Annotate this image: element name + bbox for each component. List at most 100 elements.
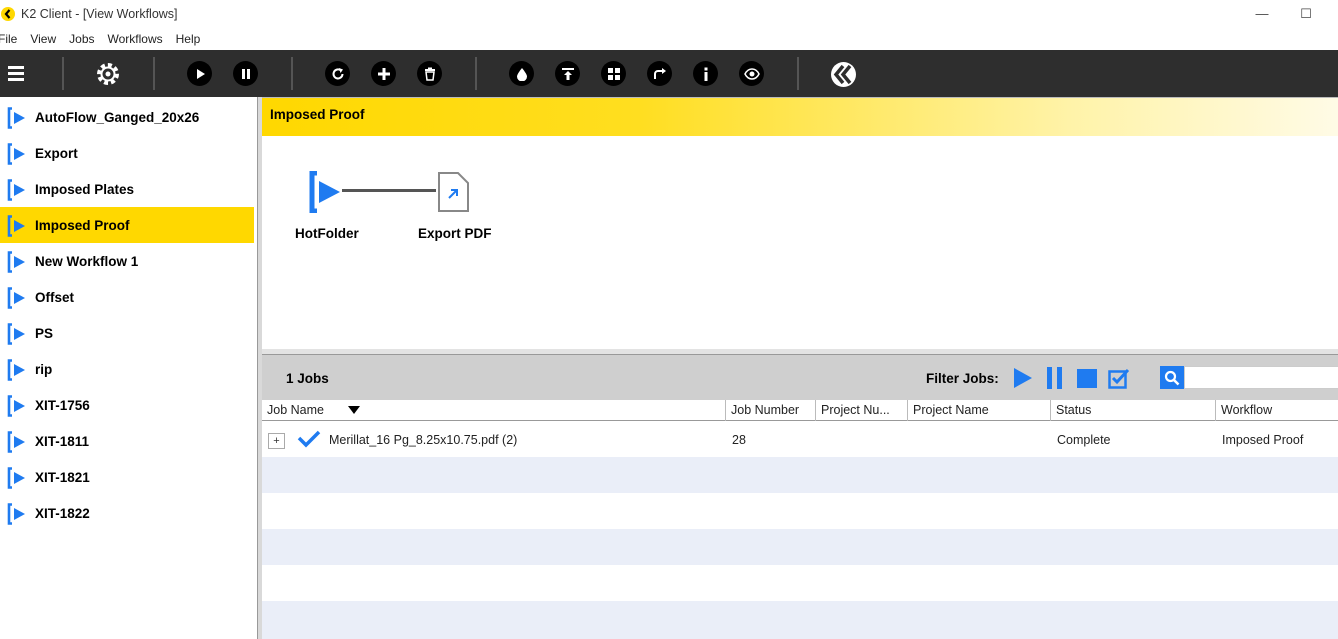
filter-paused-icon[interactable] <box>1046 367 1064 392</box>
column-project-number[interactable]: Project Nu... <box>816 400 908 421</box>
jobs-table-header: Job Name Job Number Project Nu... Projec… <box>262 400 1338 421</box>
sidebar-item-label: XIT-1811 <box>35 434 90 449</box>
empty-row <box>262 601 1338 639</box>
workflow-header: Imposed Proof <box>262 98 1338 136</box>
column-label: Job Name <box>267 403 324 417</box>
job-name: Merillat_16 Pg_8.25x10.75.pdf (2) <box>329 433 518 447</box>
k2-logo-icon <box>830 61 857 91</box>
search-input[interactable] <box>1184 366 1338 389</box>
filter-complete-icon[interactable] <box>1108 367 1130 392</box>
toolbar-separator <box>291 57 293 90</box>
filter-running-icon[interactable] <box>1013 367 1033 392</box>
sidebar-item-label: XIT-1821 <box>35 470 90 485</box>
job-workflow: Imposed Proof <box>1222 433 1304 447</box>
job-number: 28 <box>732 433 746 447</box>
hotfolder-icon <box>7 143 25 165</box>
sidebar-item-label: New Workflow 1 <box>35 254 139 269</box>
node-label-export-pdf: Export PDF <box>418 226 492 241</box>
export-pdf-icon[interactable] <box>436 171 470 216</box>
settings-icon[interactable] <box>95 61 121 90</box>
info-icon[interactable] <box>693 61 718 86</box>
table-row[interactable]: + Merillat_16 Pg_8.25x10.75.pdf (2) 28 C… <box>262 421 1338 457</box>
ink-icon[interactable] <box>509 61 534 86</box>
sidebar-item-workflow[interactable]: Imposed Proof <box>0 207 254 243</box>
sidebar-item-workflow[interactable]: Imposed Plates <box>0 171 254 207</box>
filter-stopped-icon[interactable] <box>1077 369 1097 392</box>
workflow-connector <box>342 189 436 192</box>
menu-icon[interactable] <box>8 64 24 85</box>
sidebar-item-label: XIT-1756 <box>35 398 90 413</box>
hotfolder-icon[interactable] <box>308 170 344 216</box>
jobs-count: 1 Jobs <box>286 371 329 386</box>
hotfolder-icon <box>7 503 25 525</box>
sidebar-item-workflow[interactable]: AutoFlow_Ganged_20x26 <box>0 99 254 135</box>
filter-jobs-label: Filter Jobs: <box>926 371 999 386</box>
menu-jobs[interactable]: Jobs <box>69 29 94 50</box>
upload-icon[interactable] <box>555 61 580 86</box>
job-status: Complete <box>1057 433 1111 447</box>
hotfolder-icon <box>7 179 25 201</box>
empty-row <box>262 529 1338 565</box>
sidebar-item-workflow[interactable]: XIT-1811 <box>0 423 254 459</box>
workflow-canvas: Imposed Proof HotFolder Export PDF <box>262 97 1338 349</box>
sidebar-item-label: XIT-1822 <box>35 506 90 521</box>
hotfolder-icon <box>7 467 25 489</box>
layout-icon[interactable] <box>601 61 626 86</box>
column-job-number[interactable]: Job Number <box>726 400 816 421</box>
node-label-hotfolder: HotFolder <box>295 226 359 241</box>
jobs-toolbar: 1 Jobs Filter Jobs: <box>262 355 1338 400</box>
empty-row <box>262 493 1338 529</box>
menu-file[interactable]: File <box>0 29 17 50</box>
sidebar-item-workflow[interactable]: rip <box>0 351 254 387</box>
expand-button[interactable]: + <box>268 433 285 449</box>
toolbar-separator <box>475 57 477 90</box>
search-button[interactable] <box>1160 366 1184 389</box>
column-status[interactable]: Status <box>1051 400 1216 421</box>
sidebar-item-label: Imposed Proof <box>35 218 130 233</box>
sidebar-item-workflow[interactable]: XIT-1756 <box>0 387 254 423</box>
k2-app-icon <box>1 7 15 21</box>
sidebar-item-workflow[interactable]: XIT-1821 <box>0 459 254 495</box>
add-icon[interactable] <box>371 61 396 86</box>
redirect-icon[interactable] <box>647 61 672 86</box>
toolbar-separator <box>797 57 799 90</box>
toolbar <box>0 50 1338 97</box>
sort-descending-icon <box>348 406 360 414</box>
play-icon[interactable] <box>187 61 212 86</box>
sidebar-item-workflow[interactable]: PS <box>0 315 254 351</box>
empty-row <box>262 457 1338 493</box>
menu-help[interactable]: Help <box>176 29 201 50</box>
sidebar-item-workflow[interactable]: New Workflow 1 <box>0 243 254 279</box>
sidebar-item-label: Export <box>35 146 78 161</box>
minimize-button[interactable]: — <box>1252 4 1272 24</box>
pause-icon[interactable] <box>233 61 258 86</box>
column-workflow[interactable]: Workflow <box>1216 400 1338 421</box>
menu-workflows[interactable]: Workflows <box>108 29 163 50</box>
hotfolder-icon <box>7 395 25 417</box>
hotfolder-icon <box>7 251 25 273</box>
delete-icon[interactable] <box>417 61 442 86</box>
window-title: K2 Client - [View Workflows] <box>21 7 178 21</box>
sidebar-item-label: PS <box>35 326 54 341</box>
workflow-title: Imposed Proof <box>270 107 365 122</box>
empty-row <box>262 565 1338 601</box>
column-project-name[interactable]: Project Name <box>908 400 1051 421</box>
search-icon <box>1164 370 1180 385</box>
sidebar-item-workflow[interactable]: Offset <box>0 279 254 315</box>
maximize-button[interactable]: ☐ <box>1296 4 1316 24</box>
toolbar-separator <box>153 57 155 90</box>
column-job-name[interactable]: Job Name <box>262 400 726 421</box>
refresh-icon[interactable] <box>325 61 350 86</box>
hotfolder-icon <box>7 287 25 309</box>
toolbar-separator <box>62 57 64 90</box>
preview-icon[interactable] <box>739 61 764 86</box>
sidebar-item-workflow[interactable]: Export <box>0 135 254 171</box>
hotfolder-icon <box>7 431 25 453</box>
menu-view[interactable]: View <box>30 29 56 50</box>
sidebar-item-label: rip <box>35 362 53 377</box>
hotfolder-icon <box>7 323 25 345</box>
title-bar: K2 Client - [View Workflows] — ☐ <box>0 0 1338 29</box>
sidebar-item-label: Imposed Plates <box>35 182 135 197</box>
sidebar-item-workflow[interactable]: XIT-1822 <box>0 495 254 531</box>
menu-bar: File View Jobs Workflows Help <box>0 29 1338 50</box>
